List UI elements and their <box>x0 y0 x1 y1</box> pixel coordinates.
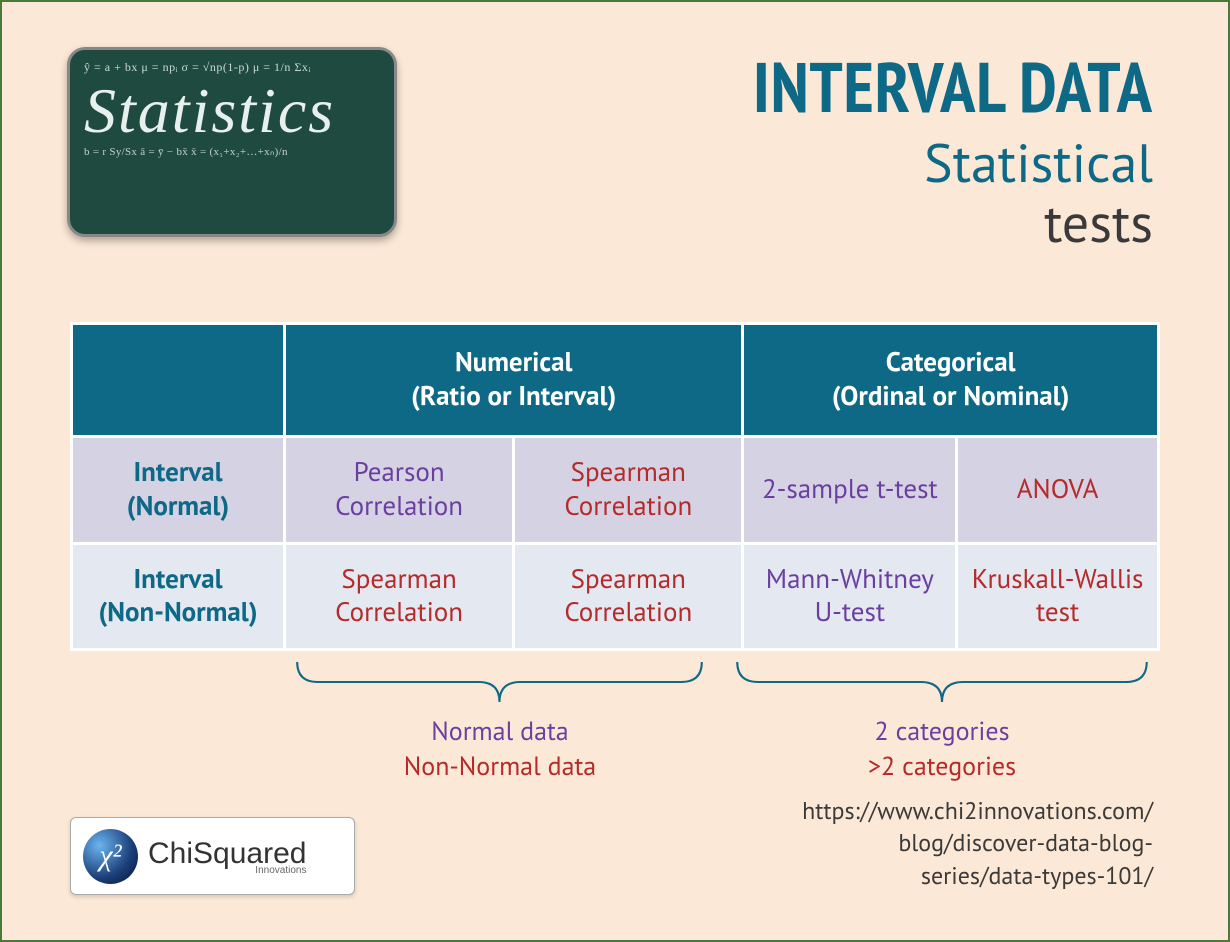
legend-left: Normal data Non-Normal data <box>290 714 710 784</box>
statistics-chalkboard-image: ŷ = a + bx μ = npᵢ σ = √np(1-p) μ = 1/n … <box>67 47 397 237</box>
formula-text-bottom: b = r Sy/Sx ā = ȳ − bx̄ x̄ = (x₁+x₂+…+xₙ… <box>84 145 380 158</box>
source-url: https://www.chi2innovations.com/ blog/di… <box>802 795 1153 892</box>
table-corner-cell <box>73 325 283 435</box>
cell-anova: ANOVA <box>958 438 1157 542</box>
brace-left <box>292 657 707 707</box>
cell-pearson: Pearson Correlation <box>286 438 512 542</box>
row-label-nonnormal: Interval (Non-Normal) <box>73 545 283 649</box>
logo-text: ChiSquared Innovations <box>148 837 306 876</box>
header-numerical-line2: (Ratio or Interval) <box>411 379 616 413</box>
table-row: Interval (Non-Normal) Spearman Correlati… <box>73 545 1157 649</box>
statistics-word: Statistics <box>84 79 380 143</box>
cell-spearman-3: Spearman Correlation <box>515 545 741 649</box>
row-label-normal: Interval (Normal) <box>73 438 283 542</box>
legend-gt2cat: >2 categories <box>732 749 1152 784</box>
slide-title-block: INTERVAL DATA Statistical tests <box>753 42 1153 257</box>
chi-orb-icon: χ² <box>83 829 138 884</box>
header-categorical-line1: Categorical <box>886 345 1016 379</box>
title-main: INTERVAL DATA <box>753 42 1153 132</box>
cell-kruskall: Kruskall-Wallis test <box>958 545 1157 649</box>
header-numerical-line1: Numerical <box>455 345 572 379</box>
title-sub2: tests <box>753 187 1153 257</box>
legend-normal-data: Normal data <box>290 714 710 749</box>
header-categorical-line2: (Ordinal or Nominal) <box>832 379 1070 413</box>
cell-mannwhitney: Mann-Whitney U-test <box>744 545 955 649</box>
table-row: Interval (Normal) Pearson Correlation Sp… <box>73 438 1157 542</box>
cell-spearman-2: Spearman Correlation <box>286 545 512 649</box>
brace-right <box>732 657 1152 707</box>
cell-ttest: 2-sample t-test <box>744 438 955 542</box>
legend-2cat: 2 categories <box>732 714 1152 749</box>
cell-spearman-1: Spearman Correlation <box>515 438 741 542</box>
header-numerical: Numerical (Ratio or Interval) <box>286 325 741 435</box>
legend-right: 2 categories >2 categories <box>732 714 1152 784</box>
chisquared-logo: χ² ChiSquared Innovations <box>70 817 355 895</box>
header-categorical: Categorical (Ordinal or Nominal) <box>744 325 1157 435</box>
statistical-tests-table: Numerical (Ratio or Interval) Categorica… <box>70 322 1160 651</box>
formula-text-top: ŷ = a + bx μ = npᵢ σ = √np(1-p) μ = 1/n … <box>84 60 380 75</box>
legend-nonnormal-data: Non-Normal data <box>290 749 710 784</box>
